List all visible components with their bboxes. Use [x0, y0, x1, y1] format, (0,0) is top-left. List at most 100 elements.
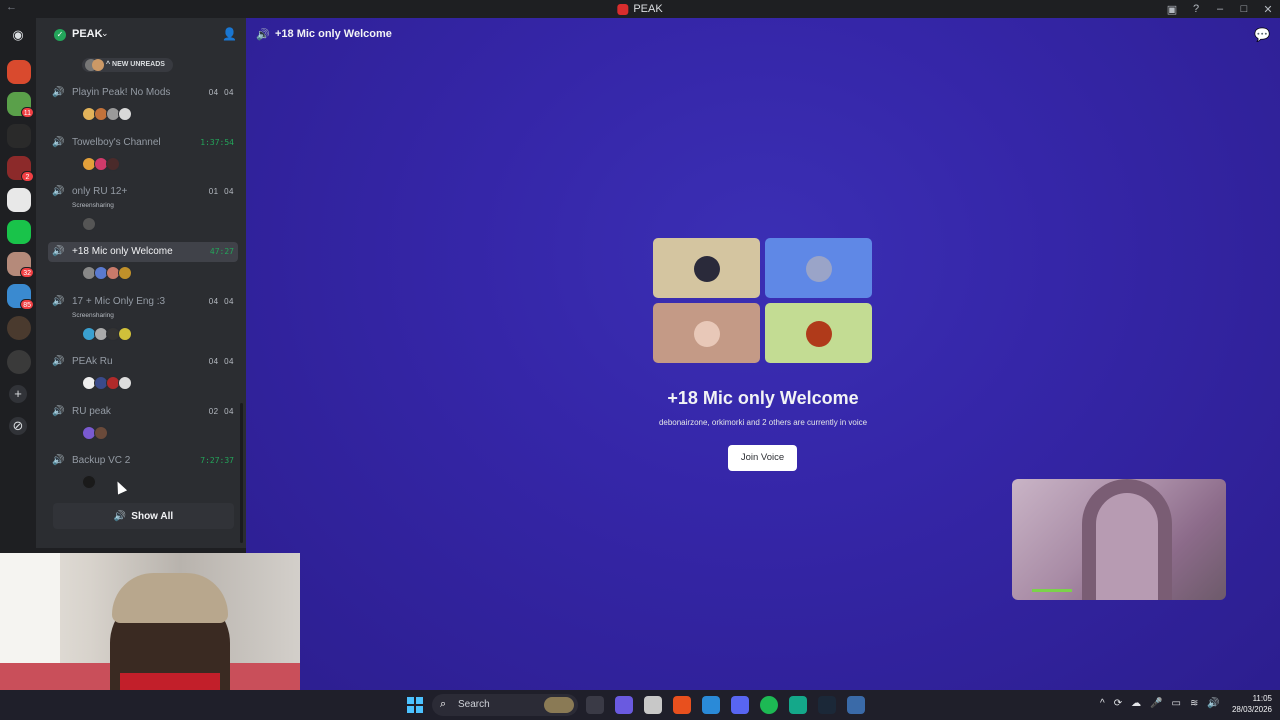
- wifi-icon[interactable]: ≋: [1190, 698, 1198, 709]
- minimize-button[interactable]: –: [1208, 3, 1232, 15]
- avatar[interactable]: [82, 475, 96, 489]
- add-server-icon[interactable]: +: [9, 385, 27, 403]
- server-icon[interactable]: [7, 124, 31, 148]
- user-count: 01: [208, 187, 219, 196]
- participant-tile[interactable]: [653, 303, 760, 363]
- server-icon[interactable]: 85: [7, 284, 34, 310]
- speaker-icon: 🔊: [52, 296, 65, 307]
- start-button[interactable]: [407, 697, 423, 713]
- user-max: 04: [224, 187, 234, 196]
- brave-icon[interactable]: [673, 696, 691, 714]
- server-icon[interactable]: [7, 188, 31, 212]
- app-icon[interactable]: [789, 696, 807, 714]
- speaker-icon: 🔊: [52, 406, 65, 417]
- discord-icon[interactable]: [731, 696, 749, 714]
- voice-channel[interactable]: 🔊 PEAk Ru 04 04: [48, 352, 238, 372]
- user-max: 04: [224, 407, 234, 416]
- user-max: 04: [224, 88, 234, 97]
- window-title-text: PEAK: [633, 3, 663, 15]
- voice-channel[interactable]: 🔊 Towelboy's Channel 1:37:54: [48, 133, 238, 153]
- server-icon[interactable]: [7, 220, 31, 244]
- server-icon[interactable]: [7, 350, 31, 374]
- clock[interactable]: 11:05 28/03/2026: [1222, 693, 1272, 715]
- channel-avatars: [82, 266, 132, 282]
- server-header[interactable]: ✓ PEAK ⌄ 👤: [36, 18, 246, 52]
- channel-name: Playin Peak! No Mods: [72, 87, 171, 98]
- network-icon[interactable]: ▭: [1172, 698, 1181, 709]
- sync-icon[interactable]: ⟳: [1114, 698, 1122, 709]
- user-count: 04: [208, 88, 219, 97]
- participant-tile[interactable]: [653, 238, 760, 298]
- voice-channel[interactable]: 🔊 17 + Mic Only Eng :3 04 04: [48, 292, 238, 312]
- steam-icon[interactable]: [818, 696, 836, 714]
- mention-badge: 2: [21, 171, 34, 182]
- window-controls: ▣ ? – □ ✕: [1160, 0, 1280, 18]
- speaker-icon: 🔊: [52, 455, 65, 466]
- channel-name: Towelboy's Channel: [72, 137, 161, 148]
- avatar[interactable]: [94, 426, 108, 440]
- voice-channel[interactable]: 🔊 only RU 12+ 01 04: [48, 182, 238, 202]
- chat-bubble-icon[interactable]: 💬: [1254, 27, 1270, 43]
- sidebar-scrollbar[interactable]: [240, 403, 243, 543]
- mic-icon[interactable]: 🎤: [1150, 698, 1162, 709]
- server-icon[interactable]: 11: [7, 92, 34, 118]
- avatar[interactable]: [106, 157, 120, 171]
- store-icon[interactable]: [644, 696, 662, 714]
- invite-people-icon[interactable]: 👤: [222, 27, 237, 41]
- server-icon[interactable]: [7, 316, 31, 340]
- join-voice-button[interactable]: Join Voice: [728, 445, 797, 471]
- avatar[interactable]: [82, 217, 96, 231]
- avatar[interactable]: [118, 266, 132, 280]
- mention-badge: 11: [20, 107, 34, 118]
- back-arrow-icon[interactable]: ←: [6, 1, 17, 13]
- inbox-icon[interactable]: ▣: [1160, 3, 1184, 16]
- show-all-label: Show All: [131, 510, 174, 522]
- voice-channel[interactable]: 🔊 Backup VC 2 7:27:37: [48, 451, 238, 471]
- voice-channel-subtitle: debonairzone, orkimorki and 2 others are…: [658, 418, 868, 427]
- channel-avatars: [82, 376, 132, 392]
- speaker-icon: 🔊: [52, 356, 65, 367]
- show-all-button[interactable]: 🔊 Show All: [53, 503, 234, 529]
- discord-home-icon[interactable]: ◉: [9, 26, 27, 44]
- avatar[interactable]: [118, 107, 132, 121]
- avatar[interactable]: [118, 376, 132, 390]
- voice-channel[interactable]: 🔊 RU peak 02 04: [48, 402, 238, 422]
- channel-name: +18 Mic only Welcome: [72, 246, 173, 257]
- voice-channel[interactable]: 🔊 Playin Peak! No Mods 04 04: [48, 83, 238, 103]
- call-timer: 1:37:54: [200, 138, 234, 147]
- taskbar-search[interactable]: ⌕ Search: [432, 694, 578, 716]
- server-icon[interactable]: [7, 60, 31, 84]
- server-icon[interactable]: 32: [7, 252, 34, 278]
- avatar: [694, 321, 720, 347]
- search-highlight-image: [544, 697, 574, 713]
- participant-tile[interactable]: [765, 238, 872, 298]
- avatar[interactable]: [118, 327, 132, 341]
- peak-app-icon: [617, 3, 629, 15]
- voice-channel-selected[interactable]: 🔊 +18 Mic only Welcome 47:27: [48, 242, 238, 262]
- app-icon[interactable]: [847, 696, 865, 714]
- discover-icon[interactable]: ⊘: [9, 417, 27, 435]
- help-icon[interactable]: ?: [1184, 3, 1208, 15]
- channel-name: RU peak: [72, 406, 111, 417]
- clock-date: 28/03/2026: [1231, 705, 1272, 714]
- copilot-icon[interactable]: [615, 696, 633, 714]
- chevron-up-icon[interactable]: ^: [1100, 698, 1105, 709]
- stream-preview[interactable]: [1012, 479, 1226, 600]
- spotify-icon[interactable]: [760, 696, 778, 714]
- edge-icon[interactable]: [702, 696, 720, 714]
- cloud-icon[interactable]: ☁: [1131, 698, 1141, 709]
- channel-name: Backup VC 2: [72, 455, 131, 466]
- server-icon[interactable]: 2: [7, 156, 34, 182]
- webcam-hat: [112, 573, 228, 623]
- new-unreads-pill[interactable]: ^ NEW UNREADS: [82, 58, 173, 72]
- user-limit: 04 04: [209, 88, 234, 97]
- close-button[interactable]: ✕: [1256, 3, 1280, 16]
- windows-taskbar: ⌕ Search ^ ⟳ ☁ 🎤 ▭ ≋ 🔊 11:05 28/03/2026: [0, 690, 1280, 720]
- participant-tile[interactable]: [765, 303, 872, 363]
- channel-avatars: [82, 157, 120, 173]
- volume-icon[interactable]: 🔊: [1207, 698, 1219, 709]
- channel-header: 🔊 +18 Mic only Welcome 💬: [246, 18, 1280, 52]
- channel-title: +18 Mic only Welcome: [275, 28, 392, 40]
- task-view-icon[interactable]: [586, 696, 604, 714]
- maximize-button[interactable]: □: [1232, 3, 1256, 15]
